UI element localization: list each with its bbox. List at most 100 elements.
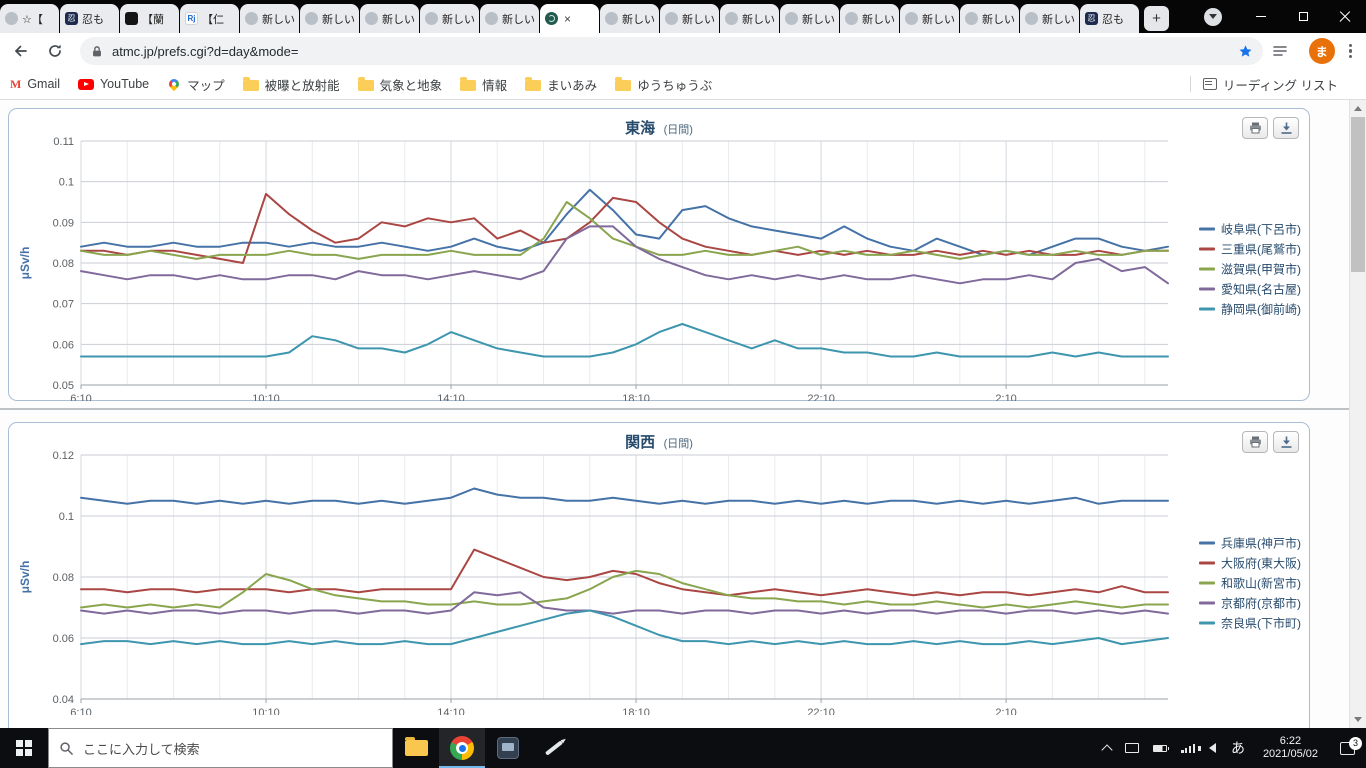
bookmark-folder[interactable]: ゆうちゅうぶ xyxy=(615,75,712,94)
app-icon xyxy=(497,737,519,759)
browser-tab[interactable]: 新しいタ xyxy=(840,4,899,33)
browser-tab[interactable]: 新しいタ xyxy=(360,4,419,33)
minimize-icon xyxy=(1256,15,1266,18)
app-taskbar-icon[interactable] xyxy=(485,728,531,768)
svg-text:0.07: 0.07 xyxy=(53,299,74,311)
legend-item[interactable]: 大阪府(東大阪) xyxy=(1199,554,1301,571)
doc-favicon xyxy=(905,12,918,25)
legend-label: 三重県(尾鷲市) xyxy=(1221,241,1301,256)
bookmark-item[interactable]: YouTube xyxy=(77,77,150,91)
lock-icon xyxy=(93,45,101,56)
bookmark-folder[interactable]: 被曝と放射能 xyxy=(242,75,340,94)
svg-text:18:10: 18:10 xyxy=(622,393,650,401)
hidden-icons-button[interactable] xyxy=(1101,743,1113,756)
doc-favicon xyxy=(1025,12,1038,25)
legend-item[interactable]: 奈良県(下市町) xyxy=(1199,614,1301,631)
chart-legend: 兵庫県(神戸市) 大阪府(東大阪) 和歌山(新宮市) 京都府(京都市) 奈良県(下市町) xyxy=(1199,531,1301,634)
close-icon xyxy=(1339,11,1351,23)
action-center-button[interactable]: 3 xyxy=(1328,736,1366,755)
scroll-up-arrow[interactable] xyxy=(1350,100,1366,117)
bookmark-folder[interactable]: まいあみ xyxy=(525,75,597,94)
browser-tab[interactable]: 忍忍も xyxy=(1080,4,1139,33)
browser-tab[interactable]: 新しいタ xyxy=(480,4,539,33)
legend-item[interactable]: 三重県(尾鷲市) xyxy=(1199,240,1301,257)
browser-tab[interactable]: 新しいタ xyxy=(720,4,779,33)
legend-item[interactable]: 静岡県(御前崎) xyxy=(1199,300,1301,317)
doc-favicon xyxy=(785,12,798,25)
browser-tab[interactable]: 新しいタ xyxy=(900,4,959,33)
chevron-up-icon xyxy=(1101,743,1113,756)
browser-tab[interactable]: 【蘭 xyxy=(120,4,179,33)
tab-search-button[interactable] xyxy=(1204,7,1222,26)
chrome-taskbar-icon[interactable] xyxy=(439,728,485,768)
page-scrollbar[interactable] xyxy=(1349,100,1366,728)
bookmark-label: 被曝と放射能 xyxy=(264,78,340,93)
tab-close-icon[interactable]: × xyxy=(564,12,571,26)
legend-item[interactable]: 和歌山(新宮市) xyxy=(1199,574,1301,591)
back-button[interactable] xyxy=(8,38,34,64)
browser-tab-active[interactable]: × xyxy=(540,4,599,33)
browser-tab[interactable]: 新しいタ xyxy=(1020,4,1079,33)
taskbar-clock[interactable]: 6:22 2021/05/02 xyxy=(1263,735,1318,761)
volume-tray-icon[interactable] xyxy=(1197,743,1216,753)
pen-app-taskbar-icon[interactable] xyxy=(531,728,577,768)
browser-tab[interactable]: 忍忍も xyxy=(60,4,119,33)
doc-favicon xyxy=(245,12,258,25)
side-panel-icon[interactable] xyxy=(1267,38,1293,64)
browser-tab[interactable]: Rj 【仁 xyxy=(180,4,239,33)
maximize-button[interactable] xyxy=(1282,0,1324,33)
legend-item[interactable]: 滋賀県(甲賀市) xyxy=(1199,260,1301,277)
bookmarks-separator xyxy=(1189,76,1191,92)
display-tray-icon[interactable] xyxy=(1125,743,1140,753)
reading-list-button[interactable]: リーディング リスト xyxy=(1202,75,1338,94)
browser-tab[interactable]: 新しいタ xyxy=(420,4,479,33)
legend-item[interactable]: 愛知県(名古屋) xyxy=(1199,280,1301,297)
close-button[interactable] xyxy=(1324,0,1366,33)
ninja-favicon: 忍 xyxy=(1085,12,1098,25)
new-tab-button[interactable]: + xyxy=(1144,6,1169,31)
battery-tray-icon[interactable] xyxy=(1153,744,1170,752)
chrome-icon xyxy=(450,736,474,760)
browser-menu-button[interactable] xyxy=(1348,43,1352,59)
scrollbar-thumb[interactable] xyxy=(1351,117,1365,272)
scroll-down-arrow[interactable] xyxy=(1350,711,1366,728)
ninja-favicon: 忍 xyxy=(65,12,78,25)
bookmark-item[interactable]: マップ xyxy=(167,75,225,94)
browser-tab[interactable]: 新しいタ xyxy=(660,4,719,33)
browser-tab[interactable]: 新しいタ xyxy=(600,4,659,33)
profile-avatar[interactable]: ま xyxy=(1308,38,1335,64)
rj-favicon: Rj xyxy=(185,12,198,25)
svg-text:0.08: 0.08 xyxy=(53,572,74,584)
doc-favicon xyxy=(665,12,678,25)
legend-item[interactable]: 京都府(京都市) xyxy=(1199,594,1301,611)
browser-tab[interactable]: ☆【 xyxy=(0,4,59,33)
folder-icon xyxy=(242,76,259,91)
address-bar[interactable]: atmc.jp/prefs.cgi?d=day&mode= xyxy=(80,37,1263,65)
network-tray-icon[interactable] xyxy=(1181,743,1195,753)
file-explorer-taskbar-icon[interactable] xyxy=(393,728,439,768)
bookmark-folder[interactable]: 情報 xyxy=(460,75,507,94)
browser-tab[interactable]: 新しいタ xyxy=(240,4,299,33)
minimize-button[interactable] xyxy=(1240,0,1282,33)
legend-item[interactable]: 兵庫県(神戸市) xyxy=(1199,534,1301,551)
bookmark-star-icon[interactable] xyxy=(1238,44,1253,59)
start-button[interactable] xyxy=(0,728,48,768)
ime-indicator[interactable]: あ xyxy=(1231,738,1245,758)
browser-tab[interactable]: 新しいタ xyxy=(780,4,839,33)
folder-icon xyxy=(460,76,477,91)
svg-text:0.06: 0.06 xyxy=(53,633,74,645)
reload-button[interactable] xyxy=(42,38,68,64)
bookmark-label: YouTube xyxy=(99,77,150,91)
legend-item[interactable]: 岐阜県(下呂市) xyxy=(1199,220,1301,237)
maps-icon xyxy=(167,76,182,92)
bookmark-folder[interactable]: 気象と地象 xyxy=(357,75,442,94)
legend-swatch xyxy=(1199,246,1215,250)
browser-tab[interactable]: 新しいタ xyxy=(960,4,1019,33)
legend-label: 岐阜県(下呂市) xyxy=(1221,221,1301,236)
doc-favicon xyxy=(845,12,858,25)
browser-tab[interactable]: 新しいタ xyxy=(300,4,359,33)
bookmark-item[interactable]: M Gmail xyxy=(10,77,60,92)
printer-icon xyxy=(1249,122,1261,134)
svg-text:22:10: 22:10 xyxy=(807,393,835,401)
taskbar-search-box[interactable]: ここに入力して検索 xyxy=(48,728,393,768)
